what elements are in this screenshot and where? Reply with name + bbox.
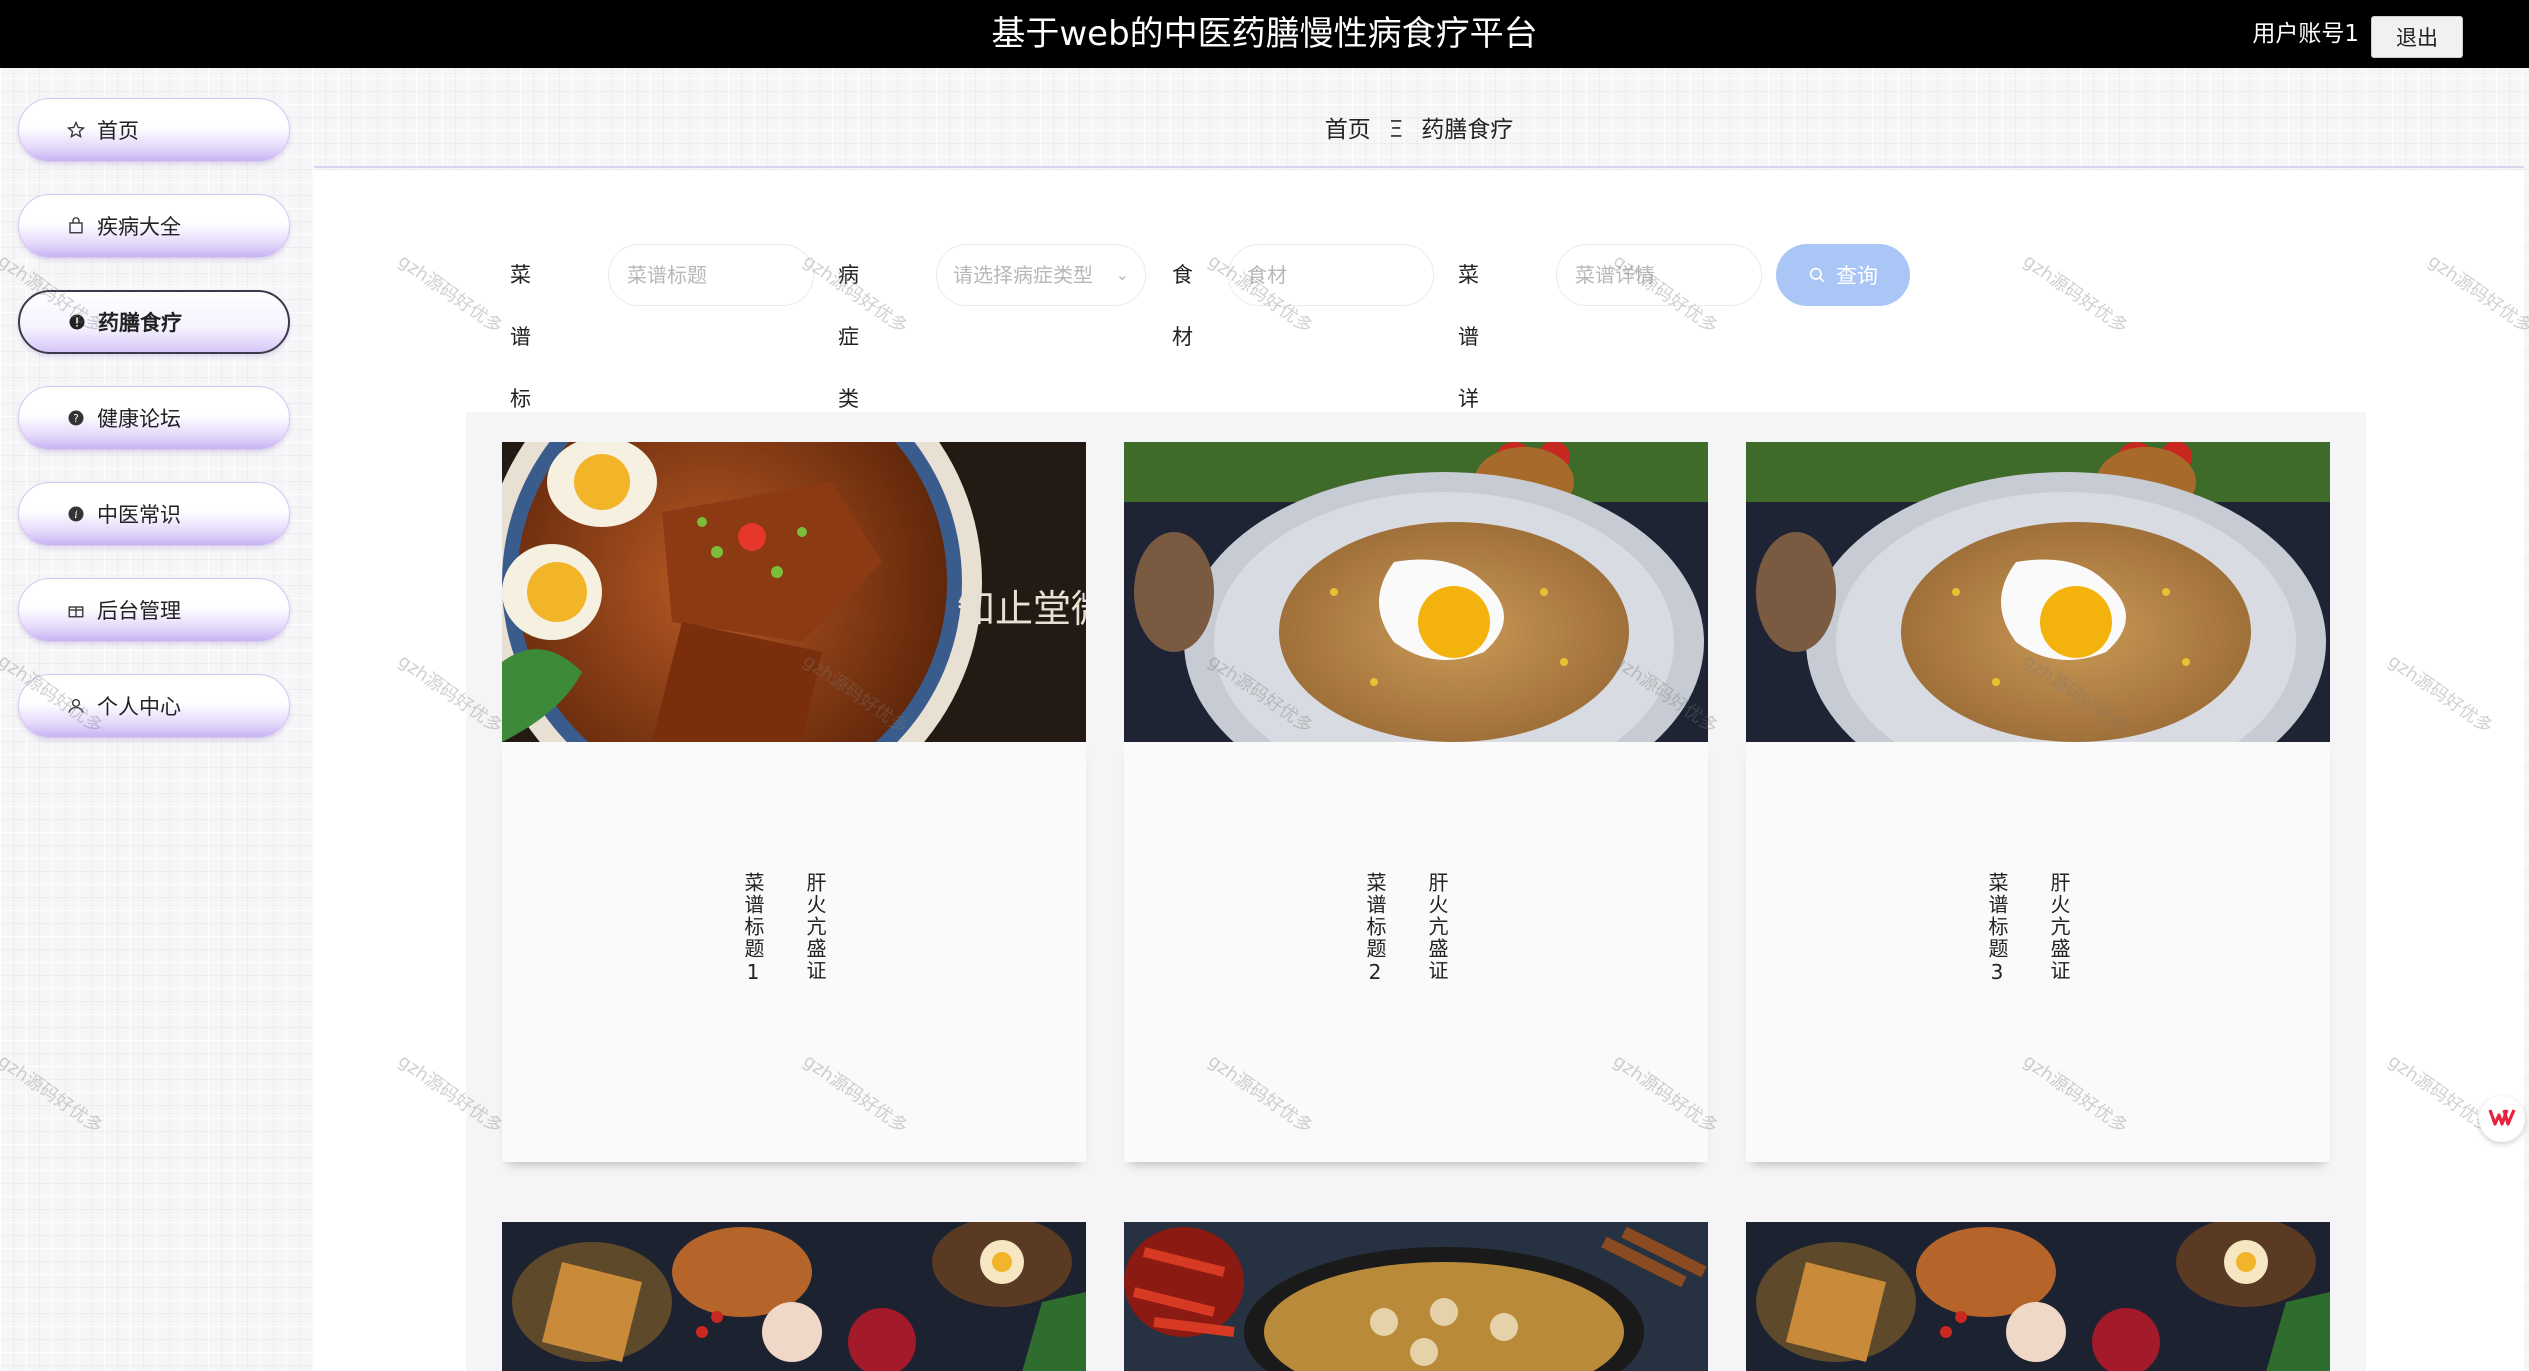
svg-text:?: ? (73, 413, 79, 425)
info-circle-icon: i (65, 503, 87, 525)
recipe-disease: 肝火亢盛证 (803, 872, 827, 982)
breadcrumb-home[interactable]: 首页 (1325, 117, 1371, 143)
recipe-card-info: 菜谱标题2 肝火亢盛证 (1124, 742, 1708, 1162)
sidebar-item-tcm-knowledge[interactable]: i 中医常识 (18, 482, 290, 546)
photo-overlay-text: 知止堂微信号 (957, 587, 1086, 631)
feast-platter-photo[interactable] (502, 1222, 1086, 1371)
recipe-title-input[interactable] (608, 244, 814, 306)
disease-type-placeholder: 请选择病症类型 (953, 263, 1093, 287)
recipe-title: 菜谱标题2 (1363, 872, 1387, 986)
content-body: 菜谱标题 病症类型 请选择病症类型 ⌄ 食材 菜谱详情 查询 (314, 170, 2524, 1371)
recipe-detail-label: 菜谱详情 (1458, 263, 1479, 473)
question-circle-icon: ? (65, 407, 87, 429)
search-button[interactable]: 查询 (1776, 244, 1910, 306)
ingredient-label: 食材 (1172, 263, 1193, 349)
sidebar-item-diet-therapy[interactable]: 药膳食疗 (18, 290, 290, 354)
sidebar-item-label: 药膳食疗 (98, 311, 182, 335)
sidebar-item-label: 首页 (97, 119, 139, 143)
app-title: 基于web的中医药膳慢性病食疗平台 (991, 14, 1538, 54)
sidebar-item-label: 后台管理 (97, 599, 181, 623)
wps-floating-button[interactable] (2479, 1096, 2525, 1142)
sidebar-item-label: 中医常识 (97, 503, 181, 527)
chevron-down-icon: ⌄ (1115, 265, 1129, 284)
disease-type-label: 病症类型 (838, 263, 859, 473)
sidebar-item-forum[interactable]: ? 健康论坛 (18, 386, 290, 450)
main-content: 首页 Ξ 药膳食疗 菜谱标题 病症类型 请选择病症类型 ⌄ 食材 菜谱详情 查询 (314, 68, 2524, 1371)
fried-rice-egg-photo[interactable] (1124, 442, 1708, 742)
ingredient-input[interactable] (1228, 244, 1434, 306)
search-button-label: 查询 (1836, 265, 1878, 288)
svg-text:i: i (74, 509, 77, 521)
gift-icon (65, 599, 87, 621)
disease-type-select[interactable]: 请选择病症类型 ⌄ (936, 244, 1146, 306)
recipe-card-info: 菜谱标题1 肝火亢盛证 (502, 742, 1086, 1162)
recipe-disease: 肝火亢盛证 (1425, 872, 1449, 982)
recipe-title: 菜谱标题1 (741, 872, 765, 986)
breadcrumb: 首页 Ξ 药膳食疗 (314, 110, 2524, 144)
fried-rice-egg-photo[interactable] (1746, 442, 2330, 742)
top-bar: 基于web的中医药膳慢性病食疗平台 用户账号1 退出 (0, 0, 2529, 68)
recipe-disease: 肝火亢盛证 (2047, 872, 2071, 982)
sidebar-item-home[interactable]: 首页 (18, 98, 290, 162)
sidebar-item-admin[interactable]: 后台管理 (18, 578, 290, 642)
recipe-title: 菜谱标题3 (1985, 872, 2009, 986)
sidebar-item-label: 个人中心 (97, 695, 181, 719)
recipe-detail-input[interactable] (1556, 244, 1762, 306)
wps-logo-icon (2488, 1107, 2516, 1131)
recipe-title-label: 菜谱标题 (510, 263, 531, 473)
star-icon (65, 119, 87, 141)
sidebar-item-profile[interactable]: 个人中心 (18, 674, 290, 738)
sidebar-item-label: 疾病大全 (97, 215, 181, 239)
logout-button[interactable]: 退出 (2371, 16, 2463, 58)
breadcrumb-separator: Ξ (1388, 117, 1404, 143)
alert-circle-icon (66, 311, 88, 333)
seafood-clams-photo[interactable] (1124, 1222, 1708, 1371)
search-icon (1808, 266, 1826, 284)
feast-platter-photo[interactable] (1746, 1222, 2330, 1371)
braised-duck-egg-photo[interactable]: 知止堂微信号 (502, 442, 1086, 742)
bag-icon (65, 215, 87, 237)
sidebar: 首页 疾病大全 药膳食疗 ? 健康论坛 i 中医常识 后台管理 个人中心 (0, 68, 312, 1371)
sidebar-item-diseases[interactable]: 疾病大全 (18, 194, 290, 258)
breadcrumb-current: 药膳食疗 (1421, 117, 1514, 143)
breadcrumb-bar: 首页 Ξ 药膳食疗 (314, 68, 2524, 168)
sidebar-item-label: 健康论坛 (97, 407, 181, 431)
user-icon (65, 695, 87, 717)
account-name[interactable]: 用户账号1 (2252, 0, 2359, 68)
recipe-card-info: 菜谱标题3 肝火亢盛证 (1746, 742, 2330, 1162)
recipe-grid: 知止堂微信号 菜谱标题1 肝火亢盛证 (466, 412, 2366, 1371)
